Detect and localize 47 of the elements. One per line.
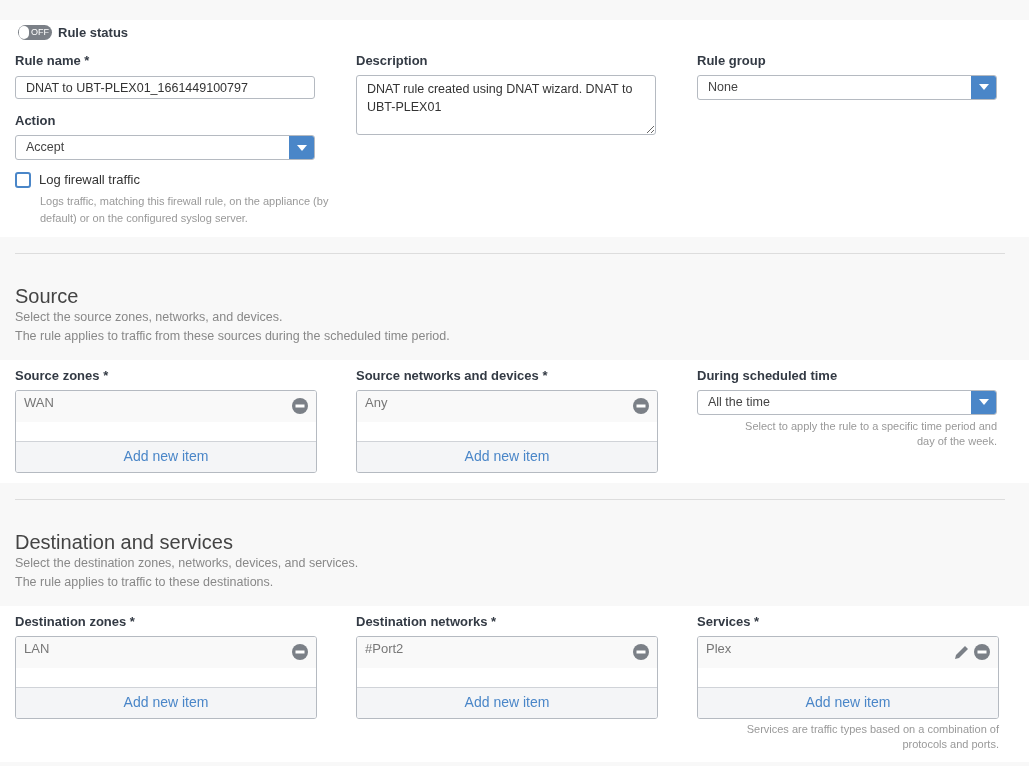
list-item[interactable]: WAN <box>16 390 316 422</box>
remove-icon[interactable] <box>633 397 649 414</box>
dropdown[interactable]: Accept <box>15 135 315 160</box>
caret-icon <box>978 84 989 90</box>
section-title: Destination and services <box>15 529 234 554</box>
add-new-item-button[interactable]: Add new item <box>698 686 998 718</box>
section-title: Source <box>15 283 80 308</box>
pencil-icon[interactable] <box>954 643 970 660</box>
add-new-item-button[interactable]: Add new item <box>357 686 657 718</box>
section-description: Select the source zones, networks, and devices. <box>15 308 284 326</box>
rule-status-label: Rule status <box>58 24 129 42</box>
dropdown[interactable]: None <box>697 74 997 100</box>
field-label: Services * <box>697 613 761 630</box>
caret-icon <box>978 399 989 405</box>
description-field[interactable]: DNAT rule created using DNAT wizard. DNAT to UBT-PLEX01 <box>356 74 656 135</box>
hint-text: Services are traffic types based on a combination of protocols and ports. <box>745 721 999 752</box>
field-label: Destination networks * <box>356 613 498 630</box>
field-label: Destination zones * <box>15 613 136 630</box>
hint-text: Select to apply the rule to a specific time period and day of the week. <box>744 418 997 449</box>
field-label: Source networks and devices * <box>356 367 549 384</box>
field-label: During scheduled time <box>697 367 839 384</box>
section-description: The rule applies to traffic from these sources during the scheduled time period. <box>15 327 451 345</box>
dropdown[interactable]: All the time <box>697 389 997 415</box>
toggle-switch[interactable]: OFF <box>18 25 52 41</box>
checkbox[interactable] <box>15 171 31 188</box>
add-new-item-button[interactable]: Add new item <box>16 686 316 718</box>
list-item[interactable]: #Port2 <box>357 636 657 668</box>
section-description: Select the destination zones, networks, devices, and services. <box>15 554 360 572</box>
remove-icon[interactable] <box>633 643 649 660</box>
text-field[interactable]: DNAT to UBT-PLEX01_1661449100797 <box>15 76 315 99</box>
remove-icon[interactable] <box>974 643 990 660</box>
list-item[interactable]: Plex <box>698 636 998 668</box>
remove-icon[interactable] <box>292 643 308 660</box>
add-new-item-button[interactable]: Add new item <box>357 440 657 472</box>
checkbox-label: Log firewall traffic <box>39 171 140 189</box>
section-description: The rule applies to traffic to these destinations. <box>15 573 275 591</box>
field-label: Rule name * <box>15 52 91 69</box>
caret-icon <box>296 144 307 151</box>
field-label: Description <box>356 52 429 69</box>
field-label: Source zones * <box>15 367 110 384</box>
list-item[interactable]: Any <box>357 390 657 422</box>
list-item[interactable]: LAN <box>16 636 316 668</box>
field-label: Action <box>15 113 57 129</box>
remove-icon[interactable] <box>292 397 308 414</box>
add-new-item-button[interactable]: Add new item <box>16 440 316 472</box>
field-label: Rule group <box>697 52 767 69</box>
hint-text: Logs traffic, matching this firewall rule, on the appliance (by default) or on the configured syslog server. <box>40 193 330 226</box>
